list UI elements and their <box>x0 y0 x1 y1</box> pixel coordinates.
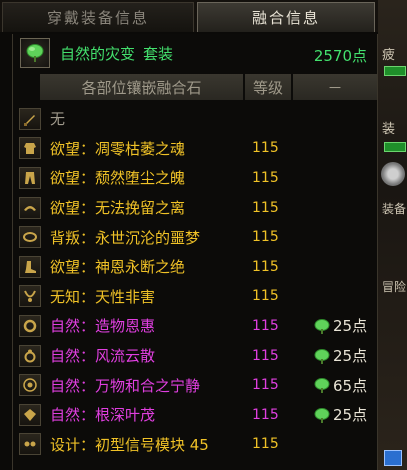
set-point-bonus: 65点 <box>313 375 367 396</box>
fusion-stone-row[interactable]: 欲望：神恩永断之绝 115 <box>13 252 379 282</box>
fusion-stone-level: 115 <box>252 347 279 364</box>
set-point-bonus: 25点 <box>313 315 367 336</box>
fusion-stone-name: 设计：初型信号模块 45 <box>50 435 209 454</box>
fusion-stone-level: 115 <box>252 169 279 186</box>
set-point-bonus: 25点 <box>313 345 367 366</box>
set-point-bonus-value: 25点 <box>333 317 368 336</box>
magic-stone-slot-icon <box>24 408 36 421</box>
background-text-fragment: 疲 <box>382 48 396 63</box>
leaf-icon <box>314 407 330 423</box>
fusion-stone-row[interactable]: 欲望：凋零枯萎之魂 115 <box>13 134 379 164</box>
equipment-slot-frame <box>19 433 41 456</box>
shoulder-slot-icon <box>24 205 36 211</box>
equipment-slot-frame <box>19 374 41 397</box>
fusion-stone-name: 无知：天性非害 <box>50 287 156 306</box>
column-header-level: 等级 <box>245 74 293 100</box>
fusion-stone-name: 无 <box>50 110 66 129</box>
background-green-bar <box>384 142 406 152</box>
set-point-bonus-value: 25点 <box>333 406 368 425</box>
belt-slot-icon <box>23 232 37 243</box>
fusion-stone-name: 欲望：无法挽留之离 <box>50 199 186 218</box>
leaf-icon <box>314 348 330 364</box>
fusion-stone-row[interactable]: 自然：造物恩惠 115 25点 <box>13 311 379 341</box>
gear-icon[interactable] <box>381 162 405 186</box>
set-icon-frame <box>20 38 50 68</box>
bracelet-slot-icon <box>23 319 37 333</box>
fusion-stone-name: 自然：造物恩惠 <box>50 317 156 336</box>
ring-slot-icon <box>24 349 36 363</box>
fusion-stone-name: 欲望：凋零枯萎之魂 <box>50 139 186 158</box>
fusion-stone-level: 115 <box>252 140 279 157</box>
fusion-stone-row[interactable]: 自然：万物和合之宁静 115 65点 <box>13 370 379 400</box>
column-header-extra: － <box>293 74 377 100</box>
fusion-stone-level: 115 <box>252 377 279 394</box>
necklace-slot-icon <box>24 290 36 303</box>
fusion-info-panel: 自然的灾变 套装 2570点 各部位镶嵌融合石 等级 － 无欲望：凋零枯萎之魂 1… <box>12 34 378 470</box>
fusion-stone-row[interactable]: 欲望：颓然堕尘之魄 115 <box>13 163 379 193</box>
fusion-stone-name: 欲望：神恩永断之绝 <box>50 258 186 277</box>
fusion-stone-row[interactable]: 自然：根深叶茂 115 25点 <box>13 400 379 430</box>
equipment-slot-frame <box>19 285 41 308</box>
leaf-icon <box>314 378 330 394</box>
fusion-stone-row[interactable]: 无 <box>13 104 379 134</box>
set-point-bonus-value: 25点 <box>333 347 368 366</box>
leaf-icon <box>314 318 330 334</box>
fusion-stone-name: 背叛：永世沉沦的噩梦 <box>50 228 201 247</box>
column-header-fusion-stones: 各部位镶嵌融合石 <box>40 74 245 100</box>
fusion-stone-level: 115 <box>252 288 279 305</box>
equipment-slot-frame <box>19 403 41 426</box>
equipment-slot-frame <box>19 344 41 367</box>
fusion-stone-name: 欲望：颓然堕尘之魄 <box>50 169 186 188</box>
fusion-stone-name: 自然：根深叶茂 <box>50 406 156 425</box>
tab-worn-equipment-info[interactable]: 穿戴装备信息 <box>2 2 194 32</box>
fusion-stone-row[interactable]: 设计：初型信号模块 45 115 <box>13 430 379 460</box>
set-summary: 自然的灾变 套装 2570点 <box>13 34 379 72</box>
weapon-slot-icon <box>24 114 35 126</box>
equipment-slot-frame <box>19 255 41 278</box>
fusion-stone-list: 无欲望：凋零枯萎之魂 115 欲望：颓然堕尘之魄 115 欲望：无法挽留之离 115 背叛：… <box>13 104 379 459</box>
background-game-ui: 疲 装 装备 冒险 <box>378 0 407 470</box>
fusion-stone-row[interactable]: 背叛：永世沉沦的噩梦 115 <box>13 222 379 252</box>
fusion-stone-row[interactable]: 无知：天性非害 115 <box>13 282 379 312</box>
fusion-stone-name: 自然：风流云散 <box>50 347 156 366</box>
set-name: 自然的灾变 <box>60 44 136 63</box>
background-green-bar <box>384 66 406 76</box>
earring-slot-icon <box>24 441 36 447</box>
set-type: 套装 <box>143 44 174 63</box>
background-text-fragment: 装备 <box>382 202 407 216</box>
support-slot-icon <box>23 378 37 392</box>
top-slot-icon <box>24 143 36 155</box>
fusion-stone-level: 115 <box>252 199 279 216</box>
bottom-slot-icon <box>25 171 35 184</box>
set-point-bonus: 25点 <box>313 404 367 425</box>
fusion-stone-row[interactable]: 欲望：无法挽留之离 115 <box>13 193 379 223</box>
equipment-slot-frame <box>19 166 41 189</box>
tab-bar: 穿戴装备信息 融合信息 <box>0 0 378 32</box>
equipment-slot-frame <box>19 196 41 219</box>
checkbox-icon[interactable] <box>384 450 402 466</box>
equipment-slot-frame <box>19 137 41 160</box>
equipment-slot-frame <box>19 314 41 337</box>
set-points: 2570点 <box>313 47 367 65</box>
fusion-stone-level: 115 <box>252 406 279 423</box>
leaf-icon <box>26 44 44 62</box>
fusion-stone-level: 115 <box>252 229 279 246</box>
set-point-bonus-value: 65点 <box>333 376 368 395</box>
fusion-stone-level: 115 <box>252 258 279 275</box>
tab-fusion-info[interactable]: 融合信息 <box>197 2 375 32</box>
fusion-stone-level: 115 <box>252 436 279 453</box>
equipment-slot-frame <box>19 226 41 249</box>
fusion-stone-level: 115 <box>252 317 279 334</box>
fusion-stone-row[interactable]: 自然：风流云散 115 25点 <box>13 341 379 371</box>
background-text-fragment: 装 <box>382 122 396 137</box>
equipment-slot-frame <box>19 107 41 130</box>
background-text-fragment: 冒险 <box>382 280 407 294</box>
fusion-stone-name: 自然：万物和合之宁静 <box>50 376 201 395</box>
column-headers: 各部位镶嵌融合石 等级 － <box>13 74 379 100</box>
shoes-slot-icon <box>25 260 36 273</box>
